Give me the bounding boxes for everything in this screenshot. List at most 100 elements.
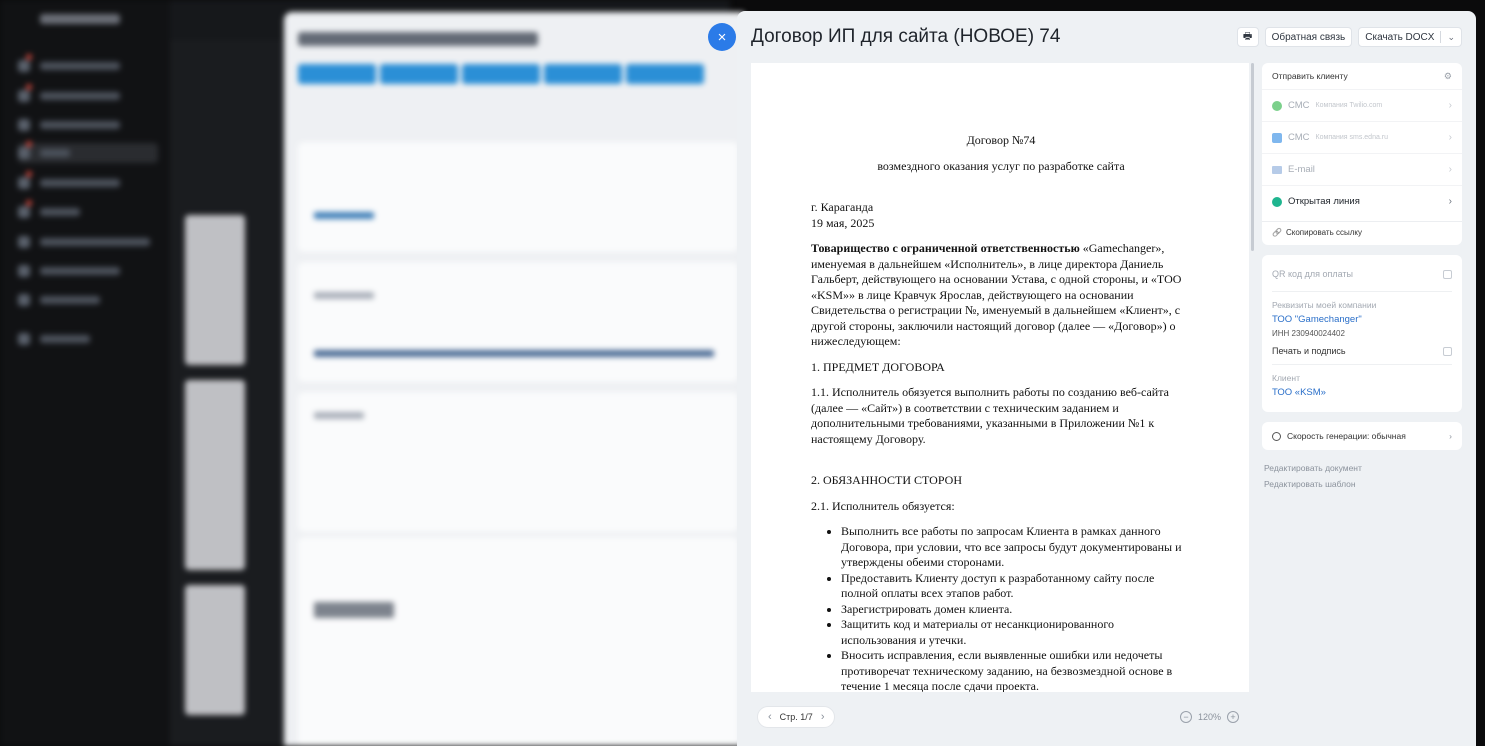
client-label: Клиент	[1272, 373, 1300, 383]
bg-deal-panel	[284, 12, 744, 746]
top-actions: 🖶 Обратная связь Скачать DOCX ⌄	[1236, 27, 1462, 47]
download-label: Скачать DOCX	[1365, 31, 1435, 43]
send-to-client-card: Отправить клиенту ⚙ СМС Компания Twilio.…	[1262, 63, 1462, 245]
print-sign-label: Печать и подпись	[1272, 346, 1346, 356]
chevron-right-icon: ›	[1448, 100, 1452, 111]
bg-nav-item	[18, 329, 158, 349]
zoom-out-icon[interactable]: −	[1179, 711, 1192, 723]
edit-template-link[interactable]: Редактировать шаблон	[1262, 476, 1462, 492]
chevron-right-icon: ›	[1449, 431, 1452, 441]
bg-logo	[40, 14, 120, 24]
divider	[1272, 364, 1452, 365]
doc-section1-title: 1. ПРЕДМЕТ ДОГОВОРА	[811, 359, 945, 374]
link-icon: 🔗	[1272, 228, 1282, 237]
doc-intro-bold: Товарищество с ограниченной ответственно…	[811, 241, 1080, 255]
next-page-icon[interactable]: ›	[821, 711, 825, 723]
doc-intro-rest: «Gamechanger», именуемая в дальнейшем «И…	[811, 241, 1182, 348]
send-row-label: СМС	[1288, 132, 1310, 143]
send-sms-twilio[interactable]: СМС Компания Twilio.com ›	[1262, 89, 1462, 121]
slider-title: Договор ИП для сайта (НОВОЕ) 74	[751, 26, 1061, 47]
bg-nav-item	[18, 200, 158, 222]
doc-intro: Товарищество с ограниченной ответственно…	[811, 241, 1191, 350]
bg-nav-item	[18, 261, 158, 281]
document-page: Договор №74 возмездного оказания услуг п…	[811, 63, 1191, 692]
page-indicator: Стр. 1/7	[779, 712, 813, 722]
list-item: Вносить исправления, если выявленные оши…	[841, 648, 1191, 692]
generation-speed-card[interactable]: Скорость генерации: обычная ›	[1262, 422, 1462, 450]
bg-nav-item-active	[18, 141, 158, 163]
qr-row: QR код для оплаты	[1272, 265, 1452, 283]
bg-card	[185, 380, 245, 570]
list-item: Выполнить все работы по запросам Клиента…	[841, 524, 1191, 571]
bg-nav-item	[18, 115, 158, 135]
chevron-down-icon[interactable]: ⌄	[1447, 32, 1455, 43]
company-inn: ИНН 230940024402	[1272, 329, 1345, 338]
whatsapp-icon	[1272, 100, 1282, 111]
send-row-label: Открытая линия	[1288, 196, 1360, 207]
prev-page-icon[interactable]: ‹	[768, 711, 772, 723]
print-sign-row: Печать и подпись	[1272, 346, 1452, 356]
bg-nav-item	[18, 290, 158, 310]
print-sign-checkbox[interactable]	[1443, 346, 1452, 356]
open-line-icon	[1272, 196, 1282, 207]
document-viewer[interactable]: Договор №74 возмездного оказания услуг п…	[751, 63, 1249, 692]
send-row-sub: Компания sms.edna.ru	[1315, 134, 1389, 141]
send-title: Отправить клиенту	[1272, 71, 1348, 81]
close-icon: ×	[717, 28, 727, 46]
print-button[interactable]: 🖶	[1236, 27, 1259, 47]
close-slider-button[interactable]: ×	[708, 23, 736, 51]
mail-icon	[1272, 165, 1282, 174]
right-column: Отправить клиенту ⚙ СМС Компания Twilio.…	[1262, 63, 1462, 492]
doc-section1-p1: 1.1. Исполнитель обязуется выполнить раб…	[811, 385, 1169, 446]
viewer-scrollbar[interactable]	[1251, 63, 1254, 251]
edit-document-link[interactable]: Редактировать документ	[1262, 460, 1462, 476]
gear-icon[interactable]: ⚙	[1444, 71, 1452, 82]
bg-nav-item	[18, 232, 158, 252]
chevron-right-icon: ›	[1448, 196, 1452, 207]
viewer-toolbar: ‹ Стр. 1/7 › − 120% +	[751, 702, 1249, 732]
company-link[interactable]: ТОО "Gamechanger"	[1272, 314, 1452, 325]
company-label: Реквизиты моей компании	[1272, 300, 1377, 310]
send-open-line[interactable]: Открытая линия ›	[1262, 185, 1462, 217]
divider	[1272, 291, 1452, 292]
doc-subheading: возмездного оказания услуг по разработке…	[877, 158, 1125, 173]
feedback-button[interactable]: Обратная связь	[1264, 27, 1353, 47]
speed-label: Скорость генерации: обычная	[1287, 431, 1406, 441]
doc-city: г. Караганда	[811, 200, 874, 214]
bg-sidebar	[0, 0, 170, 746]
sms-icon	[1272, 132, 1282, 143]
bg-card	[185, 585, 245, 715]
send-email[interactable]: E-mail ›	[1262, 153, 1462, 185]
page-navigator: ‹ Стр. 1/7 ›	[757, 706, 836, 728]
chevron-right-icon: ›	[1448, 132, 1452, 143]
qr-label: QR код для оплаты	[1272, 269, 1354, 279]
print-icon: 🖶	[1242, 30, 1253, 42]
send-row-label: СМС	[1288, 100, 1310, 111]
copy-link-label: Скопировать ссылку	[1285, 228, 1362, 237]
send-row-label: E-mail	[1288, 164, 1315, 175]
send-header: Отправить клиенту ⚙	[1262, 63, 1462, 89]
list-item: Зарегистрировать домен клиента.	[841, 602, 1191, 618]
zoom-controls: − 120% +	[1179, 711, 1239, 723]
copy-link-button[interactable]: 🔗 Скопировать ссылку	[1262, 221, 1462, 243]
doc-section2-p1: 2.1. Исполнитель обязуется:	[811, 498, 955, 513]
requisites-card: QR код для оплаты Реквизиты моей компани…	[1262, 255, 1462, 412]
doc-heading: Договор №74	[966, 133, 1036, 147]
document-slider: Договор ИП для сайта (НОВОЕ) 74 🖶 Обратн…	[737, 11, 1476, 746]
speed-icon	[1272, 431, 1281, 441]
doc-section2-title: 2. ОБЯЗАННОСТИ СТОРОН	[811, 473, 962, 487]
bg-nav-item	[18, 84, 158, 106]
list-item: Предоставить Клиенту доступ к разработан…	[841, 571, 1191, 602]
zoom-level: 120%	[1197, 712, 1221, 722]
qr-checkbox[interactable]	[1443, 269, 1452, 279]
client-link[interactable]: ТОО «KSM»	[1272, 387, 1452, 398]
send-row-sub: Компания Twilio.com	[1315, 102, 1383, 109]
doc-date: 19 мая, 2025	[811, 215, 875, 230]
zoom-in-icon[interactable]: +	[1227, 711, 1239, 723]
chevron-right-icon: ›	[1448, 164, 1452, 175]
send-sms-edna[interactable]: СМС Компания sms.edna.ru ›	[1262, 121, 1462, 153]
download-docx-button[interactable]: Скачать DOCX ⌄	[1358, 27, 1462, 47]
separator	[1440, 31, 1442, 43]
bg-nav-item	[18, 54, 158, 76]
list-item: Защитить код и материалы от несанкционир…	[841, 617, 1191, 648]
